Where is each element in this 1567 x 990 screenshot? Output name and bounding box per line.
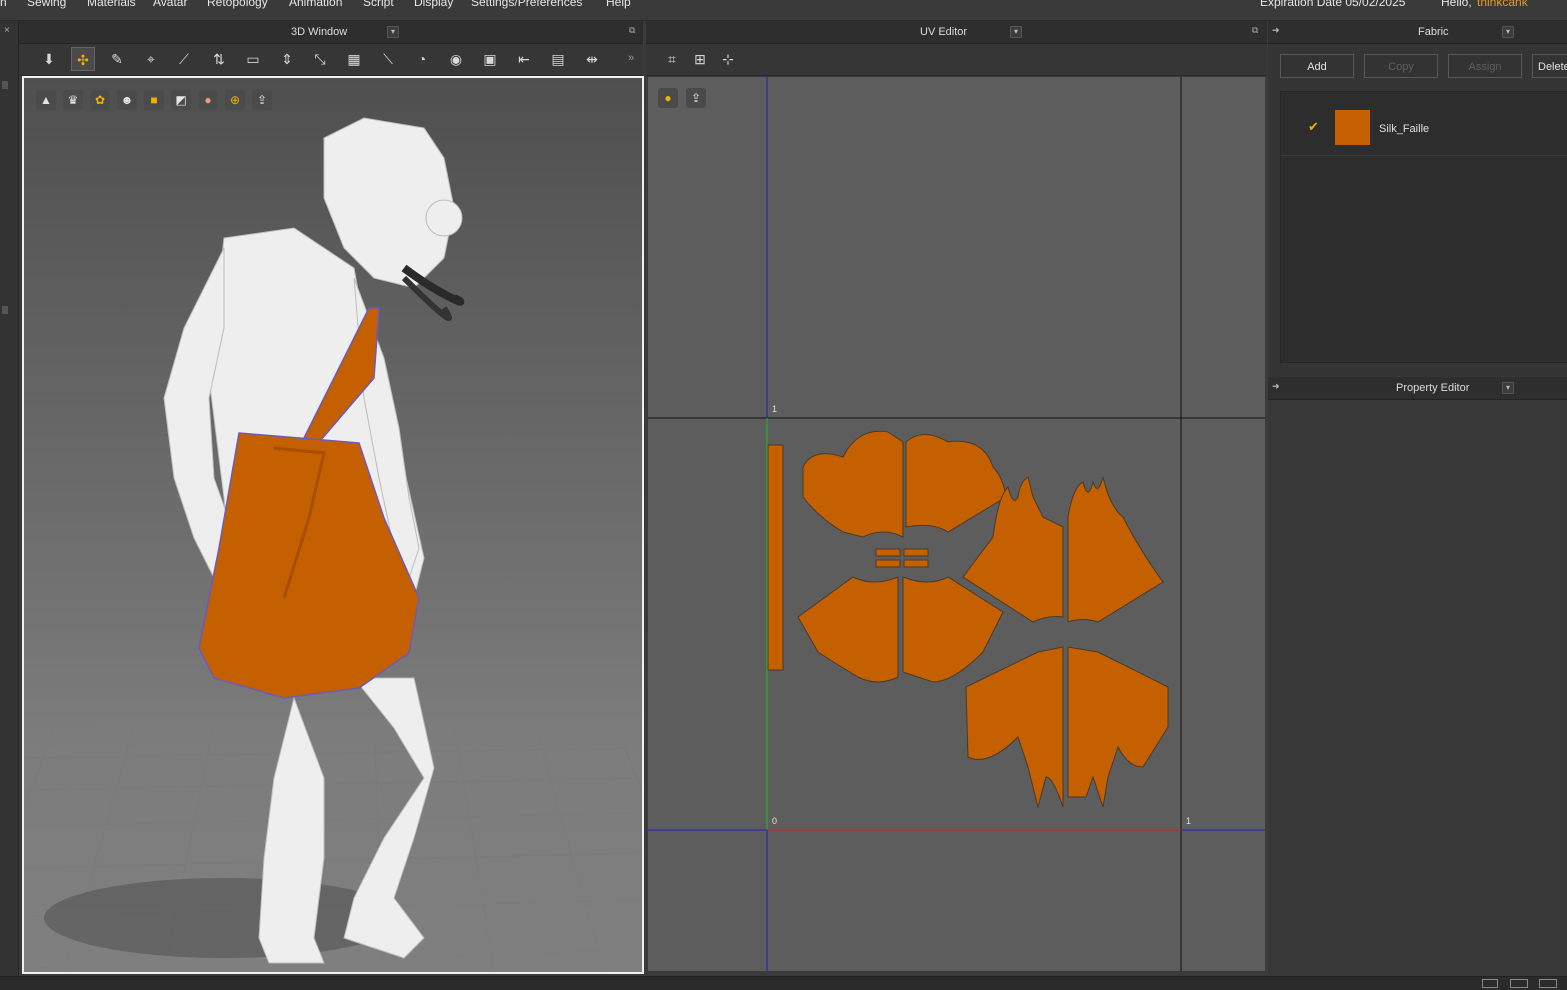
segment-icon[interactable]: ▤ [546,47,570,71]
menu-item-script[interactable]: Script [363,0,394,9]
fabric-swatch [1335,110,1370,145]
mesh-icon[interactable]: ◩ [171,90,191,110]
menu-item-display[interactable]: Display [414,0,453,9]
menu-item-help[interactable]: Help [606,0,631,9]
menu-item-animation[interactable]: Animation [289,0,342,9]
property-editor-body [1268,400,1567,976]
menu-item-retopology[interactable]: Retopology [207,0,268,9]
dock-handle-icon[interactable] [2,81,8,89]
steam-icon[interactable]: ⇹ [580,47,604,71]
username-link[interactable]: thinkcank [1477,0,1528,9]
toolbar-overflow-icon[interactable]: » [628,52,634,64]
chevron-down-icon[interactable]: ▾ [1502,382,1514,394]
uv-grid [648,77,1265,971]
skin-icon[interactable]: ● [198,90,218,110]
fabric-display-icon[interactable]: ■ [144,90,164,110]
expiration-date: Expiration Date 05/02/2025 [1260,0,1406,9]
menu-bar: n Sewing Materials Avatar Retopology Ani… [0,0,1567,21]
chevron-down-icon[interactable]: ▾ [387,26,399,38]
left-dock-strip: × [0,21,19,976]
uv-islands [767,430,1169,809]
texture-display-icon[interactable]: ✿ [90,90,110,110]
fabric-name: Silk_Faille [1379,123,1430,135]
uv-snapshot-icon[interactable]: ⌗ [660,47,684,71]
texture-icon[interactable]: ▦ [342,47,366,71]
panel-arrow-icon[interactable]: ➜ [1272,25,1280,36]
copy-fabric-button[interactable]: Copy [1364,54,1438,78]
3d-viewport[interactable]: ▲ ♛ ✿ ☻ ■ ◩ ● ⊕ ⇪ [22,76,644,974]
right-panel: ➜ Fabric ▾ Add Copy Assign Delete ✔ Silk… [1268,21,1567,976]
uv-editor-title: UV Editor [920,26,968,38]
fabric-header: ➜ Fabric ▾ [1268,21,1567,44]
assign-fabric-button[interactable]: Assign [1448,54,1522,78]
uv-export-icon[interactable]: ⇪ [686,88,706,108]
fabric-list-item[interactable]: ✔ Silk_Faille [1281,107,1567,156]
tack-icon[interactable]: ⌖ [139,47,163,71]
move-icon[interactable]: ✣ [71,47,95,71]
panel-arrow-icon[interactable]: ➜ [1272,381,1280,392]
avatar-display-icon[interactable]: ▲ [36,90,56,110]
export-icon[interactable]: ⇪ [252,90,272,110]
uv-axis-label-origin: 0 [772,816,778,826]
popout-icon[interactable]: ⧉ [629,25,635,36]
dock-handle-icon[interactable] [2,306,8,314]
menu-item-materials[interactable]: Materials [87,0,136,9]
layout-triple-icon[interactable] [1539,979,1557,988]
uv-canvas[interactable]: ● ⇪ 1 0 1 [648,77,1265,971]
brush-icon[interactable]: ⟍ [376,47,400,71]
fold-icon[interactable]: ⇅ [207,47,231,71]
3d-toolbar: ⬇ ✣ ✎ ⌖ ⟋ ⇅ ▭ ⇕ ⤡ ▦ ⟍ ◔ ◉ ▣ ⇤ ▤ ⇹ » [19,44,643,76]
garment-display-icon[interactable]: ♛ [63,90,83,110]
edit-pattern-icon[interactable]: ✎ [105,47,129,71]
uv-toolbar: ⌗ ⊞ ⊹ [646,44,1267,76]
status-bar [0,976,1567,990]
fabric-list: ✔ Silk_Faille [1280,91,1567,363]
property-editor-title: Property Editor [1396,382,1470,394]
3d-scene [24,117,642,972]
checkmark-icon[interactable]: ✔ [1308,119,1319,135]
menu-item-avatar[interactable]: Avatar [153,0,187,9]
menu-item-settings[interactable]: Settings/Preferences [471,0,582,9]
sphere-icon[interactable]: ⊕ [225,90,245,110]
3d-window-title: 3D Window [291,26,348,38]
measure-icon[interactable]: ◔ [410,47,434,71]
menu-item-sewing[interactable]: Sewing [27,0,66,9]
chevron-down-icon[interactable]: ▾ [1502,26,1514,38]
chevron-down-icon[interactable]: ▾ [1010,26,1022,38]
record-icon[interactable]: ◉ [444,47,468,71]
property-editor-header: ➜ Property Editor ▾ [1268,377,1567,400]
gizmo-icon[interactable]: ⇕ [275,47,299,71]
popout-icon[interactable]: ⧉ [1252,25,1258,36]
layout-split-icon[interactable] [1510,979,1528,988]
3d-window-header: 3D Window ▾ ⧉ [19,21,643,44]
pin-icon[interactable]: ⟋ [172,47,196,71]
add-fabric-button[interactable]: Add [1280,54,1354,78]
close-icon[interactable]: × [4,25,10,36]
uv-unfold-icon[interactable]: ⊞ [688,47,712,71]
transform-icon[interactable]: ⤡ [308,47,332,71]
hello-label: Hello, [1441,0,1472,9]
uv-axis-label-top: 1 [772,404,778,414]
uv-axis-label-right: 1 [1186,816,1192,826]
uv-pack-icon[interactable]: ⊹ [716,47,740,71]
menu-item-file[interactable]: n [0,0,7,9]
tape-icon[interactable]: ⇤ [512,47,536,71]
cloth-icon[interactable]: ▣ [478,47,502,71]
layout-single-icon[interactable] [1482,979,1498,988]
uv-material-sphere-icon[interactable]: ● [658,88,678,108]
avatar-icon[interactable]: ☻ [117,90,137,110]
delete-fabric-button[interactable]: Delete [1532,54,1567,78]
arrow-down-icon[interactable]: ⬇ [37,47,61,71]
uv-editor-header: UV Editor ▾ ⧉ [646,21,1267,44]
camera-icon[interactable]: ▭ [241,47,265,71]
fabric-title: Fabric [1418,26,1449,38]
